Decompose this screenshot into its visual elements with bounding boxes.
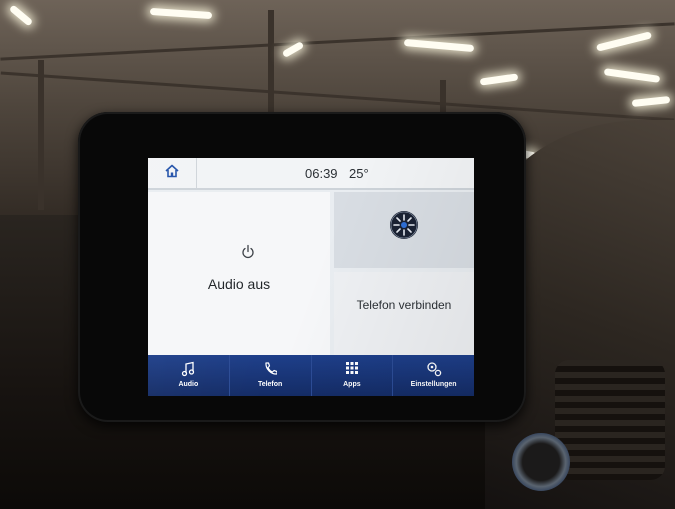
- home-icon: [164, 163, 180, 184]
- sync-logo-icon: [389, 210, 419, 245]
- infotainment-screen: 06:39 25° Audio aus Telefon verbinden Au…: [148, 158, 474, 396]
- nav-apps-label: Apps: [343, 381, 361, 388]
- nav-audio-label: Audio: [178, 381, 199, 388]
- sync-logo-area: [334, 192, 474, 268]
- clock: 06:39: [305, 166, 338, 181]
- connect-phone-label: Telefon verbinden: [356, 298, 452, 312]
- nav-phone[interactable]: Telefon: [230, 355, 312, 396]
- connect-phone-button[interactable]: Telefon verbinden: [334, 272, 474, 355]
- nav-audio[interactable]: Audio: [148, 355, 230, 396]
- control-knob: [512, 433, 570, 491]
- power-icon: [241, 244, 255, 265]
- nav-apps[interactable]: Apps: [312, 355, 394, 396]
- audio-panel[interactable]: Audio aus: [148, 192, 330, 355]
- nav-settings[interactable]: Einstellungen: [393, 355, 474, 396]
- status-bar: 06:39 25°: [148, 158, 474, 190]
- apps-grid-icon: [345, 361, 359, 380]
- settings-icon: [426, 361, 442, 382]
- audio-status-label: Audio aus: [207, 276, 271, 292]
- bottom-navigation: Audio Telefon Apps Einstellungen: [148, 355, 474, 396]
- nav-phone-label: Telefon: [257, 381, 283, 388]
- home-button[interactable]: [148, 158, 197, 188]
- nav-settings-label: Einstellungen: [410, 381, 457, 388]
- air-vent: [555, 360, 665, 480]
- outside-temperature: 25°: [349, 166, 369, 181]
- phone-icon: [263, 361, 278, 382]
- music-note-icon: [181, 361, 195, 382]
